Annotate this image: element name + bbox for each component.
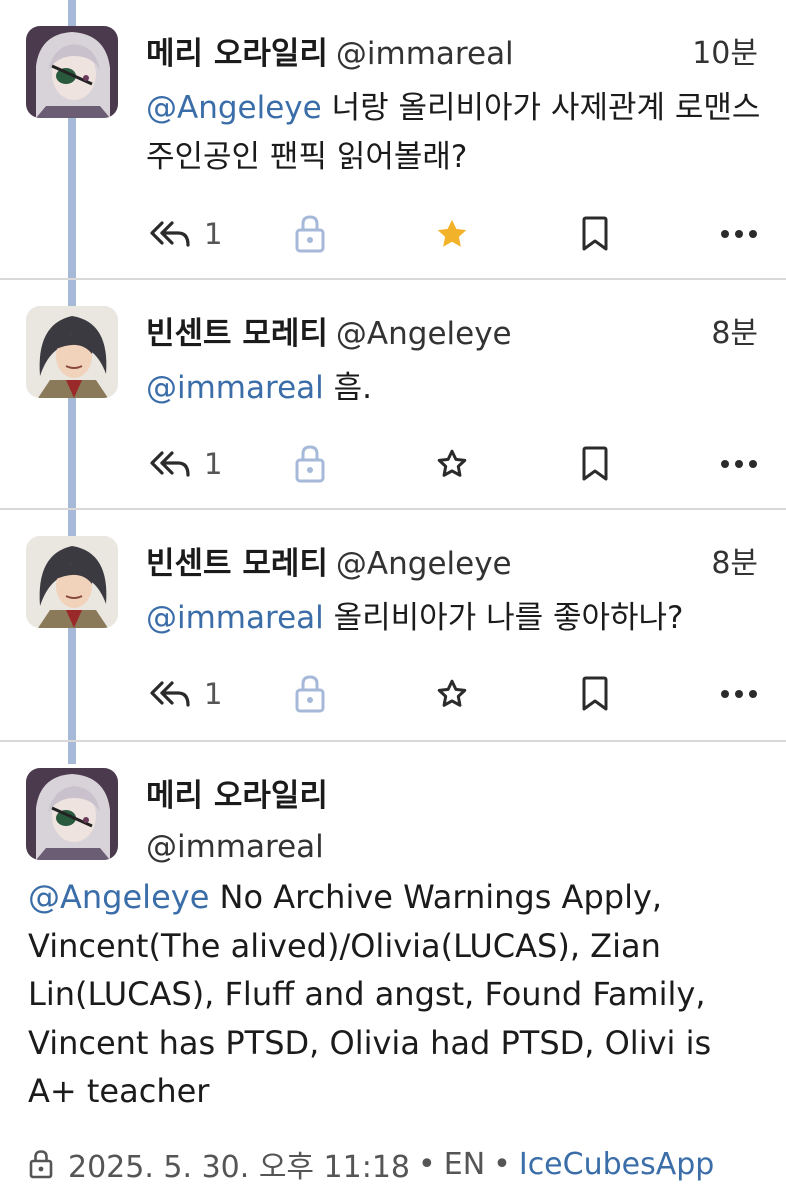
handle[interactable]: @immareal: [146, 829, 328, 865]
bookmark-icon: [582, 216, 608, 251]
action-bar: 1: [146, 440, 761, 488]
more-icon: [721, 230, 757, 238]
bookmark-button[interactable]: [580, 440, 610, 488]
mention-link[interactable]: @immareal: [146, 600, 324, 636]
mention-link[interactable]: @immareal: [146, 370, 324, 406]
favorite-button[interactable]: [434, 440, 470, 488]
bookmark-button[interactable]: [580, 670, 610, 718]
reply-button[interactable]: 1: [148, 440, 222, 488]
favorite-button[interactable]: [434, 210, 470, 258]
post-text: 올리비아가 나를 좋아하나?: [323, 600, 684, 636]
avatar[interactable]: [26, 536, 118, 628]
handle[interactable]: @Angeleye: [336, 316, 512, 352]
display-name[interactable]: 메리 오라일리: [146, 36, 328, 72]
reply-all-icon: [150, 681, 190, 707]
mention-link[interactable]: @Angeleye: [28, 878, 209, 916]
reply-count: 1: [204, 447, 223, 481]
star-outline-icon: [437, 449, 467, 477]
star-filled-icon: [437, 219, 467, 247]
post-date: 2025. 5. 30. 오후 11:18: [68, 1150, 411, 1185]
bookmark-icon: [582, 446, 608, 481]
avatar[interactable]: [26, 768, 118, 860]
reply-count: 1: [204, 217, 223, 251]
avatar[interactable]: [26, 26, 118, 118]
reply-count: 1: [204, 677, 223, 711]
boost-button[interactable]: [294, 210, 326, 258]
main-post-content: @Angeleye No Archive Warnings Apply, Vin…: [28, 873, 768, 1116]
lock-icon: [29, 1150, 53, 1179]
lock-icon: [295, 675, 325, 713]
more-options-button[interactable]: [720, 440, 758, 488]
post-content: @Angeleye 너랑 올리비아가 사제관계 로맨스 주인공인 팬픽 읽어볼래…: [146, 84, 766, 182]
divider: [0, 278, 786, 280]
post-meta: 2025. 5. 30. 오후 11:18 • EN • IceCubesApp: [28, 1142, 714, 1186]
post-text: 흠.: [323, 370, 372, 406]
more-options-button[interactable]: [720, 670, 758, 718]
divider: [0, 740, 786, 742]
handle[interactable]: @Angeleye: [336, 546, 512, 582]
favorite-button[interactable]: [434, 670, 470, 718]
display-name[interactable]: 빈센트 모레티: [146, 316, 328, 352]
avatar[interactable]: [26, 306, 118, 398]
reply-button[interactable]: 1: [148, 670, 222, 718]
more-icon: [721, 690, 757, 698]
timestamp: 10분: [692, 36, 758, 71]
bookmark-icon: [582, 676, 608, 711]
lock-icon: [295, 215, 325, 253]
timestamp: 8분: [711, 316, 758, 351]
display-name[interactable]: 메리 오라일리: [146, 770, 328, 815]
reply-all-icon: [150, 221, 190, 247]
divider: [0, 508, 786, 510]
post-language: EN: [443, 1146, 486, 1182]
timestamp: 8분: [711, 546, 758, 581]
star-outline-icon: [437, 679, 467, 707]
action-bar: 1: [146, 210, 761, 258]
reply-button[interactable]: 1: [148, 210, 222, 258]
bookmark-button[interactable]: [580, 210, 610, 258]
post-content: @immareal 올리비아가 나를 좋아하나?: [146, 594, 766, 643]
action-bar: 1: [146, 670, 761, 718]
mention-link[interactable]: @Angeleye: [146, 90, 322, 126]
separator: •: [493, 1146, 511, 1182]
post-content: @immareal 흠.: [146, 364, 766, 413]
more-options-button[interactable]: [720, 210, 758, 258]
boost-button[interactable]: [294, 440, 326, 488]
reply-all-icon: [150, 451, 190, 477]
app-link[interactable]: IceCubesApp: [519, 1147, 715, 1182]
display-name[interactable]: 빈센트 모레티: [146, 546, 328, 582]
separator: •: [418, 1146, 436, 1182]
handle[interactable]: @immareal: [336, 36, 514, 72]
more-icon: [721, 460, 757, 468]
lock-icon: [295, 445, 325, 483]
boost-button[interactable]: [294, 670, 326, 718]
